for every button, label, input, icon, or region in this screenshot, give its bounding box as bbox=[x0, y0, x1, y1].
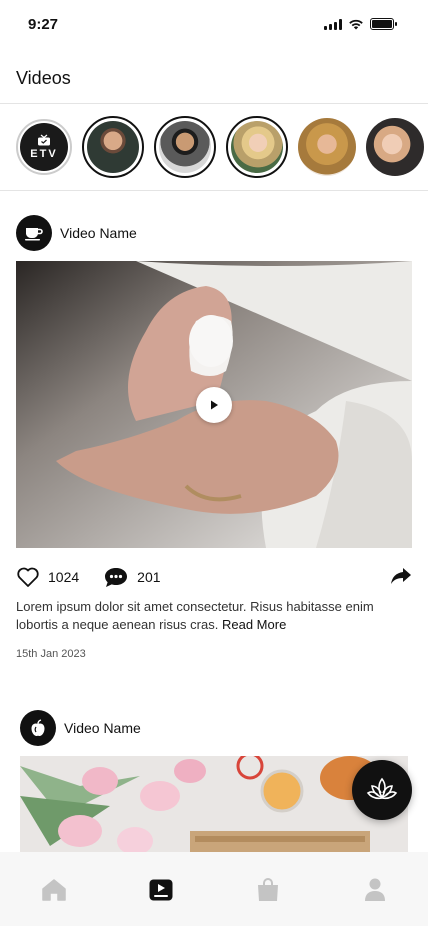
home-icon[interactable] bbox=[41, 878, 67, 902]
play-button[interactable] bbox=[196, 386, 232, 423]
story-avatar-2[interactable] bbox=[154, 116, 216, 178]
post-header[interactable]: Video Name bbox=[20, 710, 408, 746]
story-avatar-3[interactable] bbox=[226, 116, 288, 178]
video-name[interactable]: Video Name bbox=[64, 720, 141, 736]
stories-row[interactable]: ETV bbox=[16, 114, 428, 180]
status-time: 9:27 bbox=[28, 16, 59, 33]
channel-avatar[interactable] bbox=[20, 710, 56, 746]
person-icon[interactable] bbox=[363, 877, 387, 903]
nav-shop[interactable] bbox=[248, 876, 288, 904]
status-icons bbox=[324, 18, 397, 30]
bottom-nav bbox=[0, 852, 428, 926]
caption-text: Lorem ipsum dolor sit amet consectetur. … bbox=[16, 599, 374, 632]
story-avatar-1[interactable] bbox=[82, 116, 144, 178]
video-name[interactable]: Video Name bbox=[60, 225, 137, 241]
video-thumbnail[interactable] bbox=[16, 261, 412, 548]
avatar bbox=[159, 121, 211, 173]
video-thumbnail[interactable] bbox=[20, 756, 408, 866]
post-date: 15th Jan 2023 bbox=[16, 648, 86, 660]
video-thumbnail-image bbox=[20, 756, 408, 866]
lotus-icon bbox=[366, 777, 398, 800]
page-title: Videos bbox=[16, 68, 71, 88]
avatar bbox=[87, 121, 139, 173]
video-post: Video Name bbox=[16, 215, 412, 660]
tv-icon bbox=[38, 134, 50, 146]
status-bar: 9:27 bbox=[0, 0, 428, 50]
story-channel-etv[interactable]: ETV bbox=[16, 119, 72, 175]
lotus-fab-button[interactable] bbox=[352, 760, 412, 820]
play-icon bbox=[211, 400, 218, 409]
avatar bbox=[231, 121, 283, 173]
like-count: 1024 bbox=[48, 569, 80, 585]
channel-label: ETV bbox=[30, 148, 58, 160]
comment-icon[interactable] bbox=[103, 566, 129, 588]
share-icon[interactable] bbox=[390, 566, 412, 586]
nav-profile[interactable] bbox=[355, 876, 395, 904]
bag-icon[interactable] bbox=[256, 877, 280, 903]
post-caption: Lorem ipsum dolor sit amet consectetur. … bbox=[16, 598, 386, 634]
comment-action[interactable]: 201 bbox=[103, 566, 161, 588]
video-post: Video Name bbox=[20, 710, 408, 866]
apple-icon bbox=[31, 719, 45, 736]
heart-icon[interactable] bbox=[16, 566, 40, 588]
channel-avatar[interactable] bbox=[16, 215, 52, 251]
wifi-icon bbox=[349, 19, 363, 30]
story-avatar-5[interactable] bbox=[366, 118, 424, 176]
avatar bbox=[366, 118, 424, 176]
post-actions: 1024 201 bbox=[16, 564, 412, 590]
divider bbox=[0, 190, 428, 191]
video-icon[interactable] bbox=[148, 878, 174, 902]
story-avatar-4[interactable] bbox=[298, 118, 356, 176]
channel-avatar: ETV bbox=[20, 123, 68, 171]
nav-home[interactable] bbox=[34, 876, 74, 904]
battery-icon bbox=[370, 18, 397, 30]
comment-count: 201 bbox=[137, 569, 161, 585]
signal-icon bbox=[324, 18, 342, 30]
nav-videos[interactable] bbox=[141, 876, 181, 904]
like-action[interactable]: 1024 bbox=[16, 566, 79, 588]
header: Videos bbox=[0, 60, 428, 104]
avatar bbox=[298, 118, 356, 176]
cup-icon bbox=[25, 228, 43, 241]
read-more-link[interactable]: Read More bbox=[222, 617, 286, 632]
post-header[interactable]: Video Name bbox=[16, 215, 412, 251]
